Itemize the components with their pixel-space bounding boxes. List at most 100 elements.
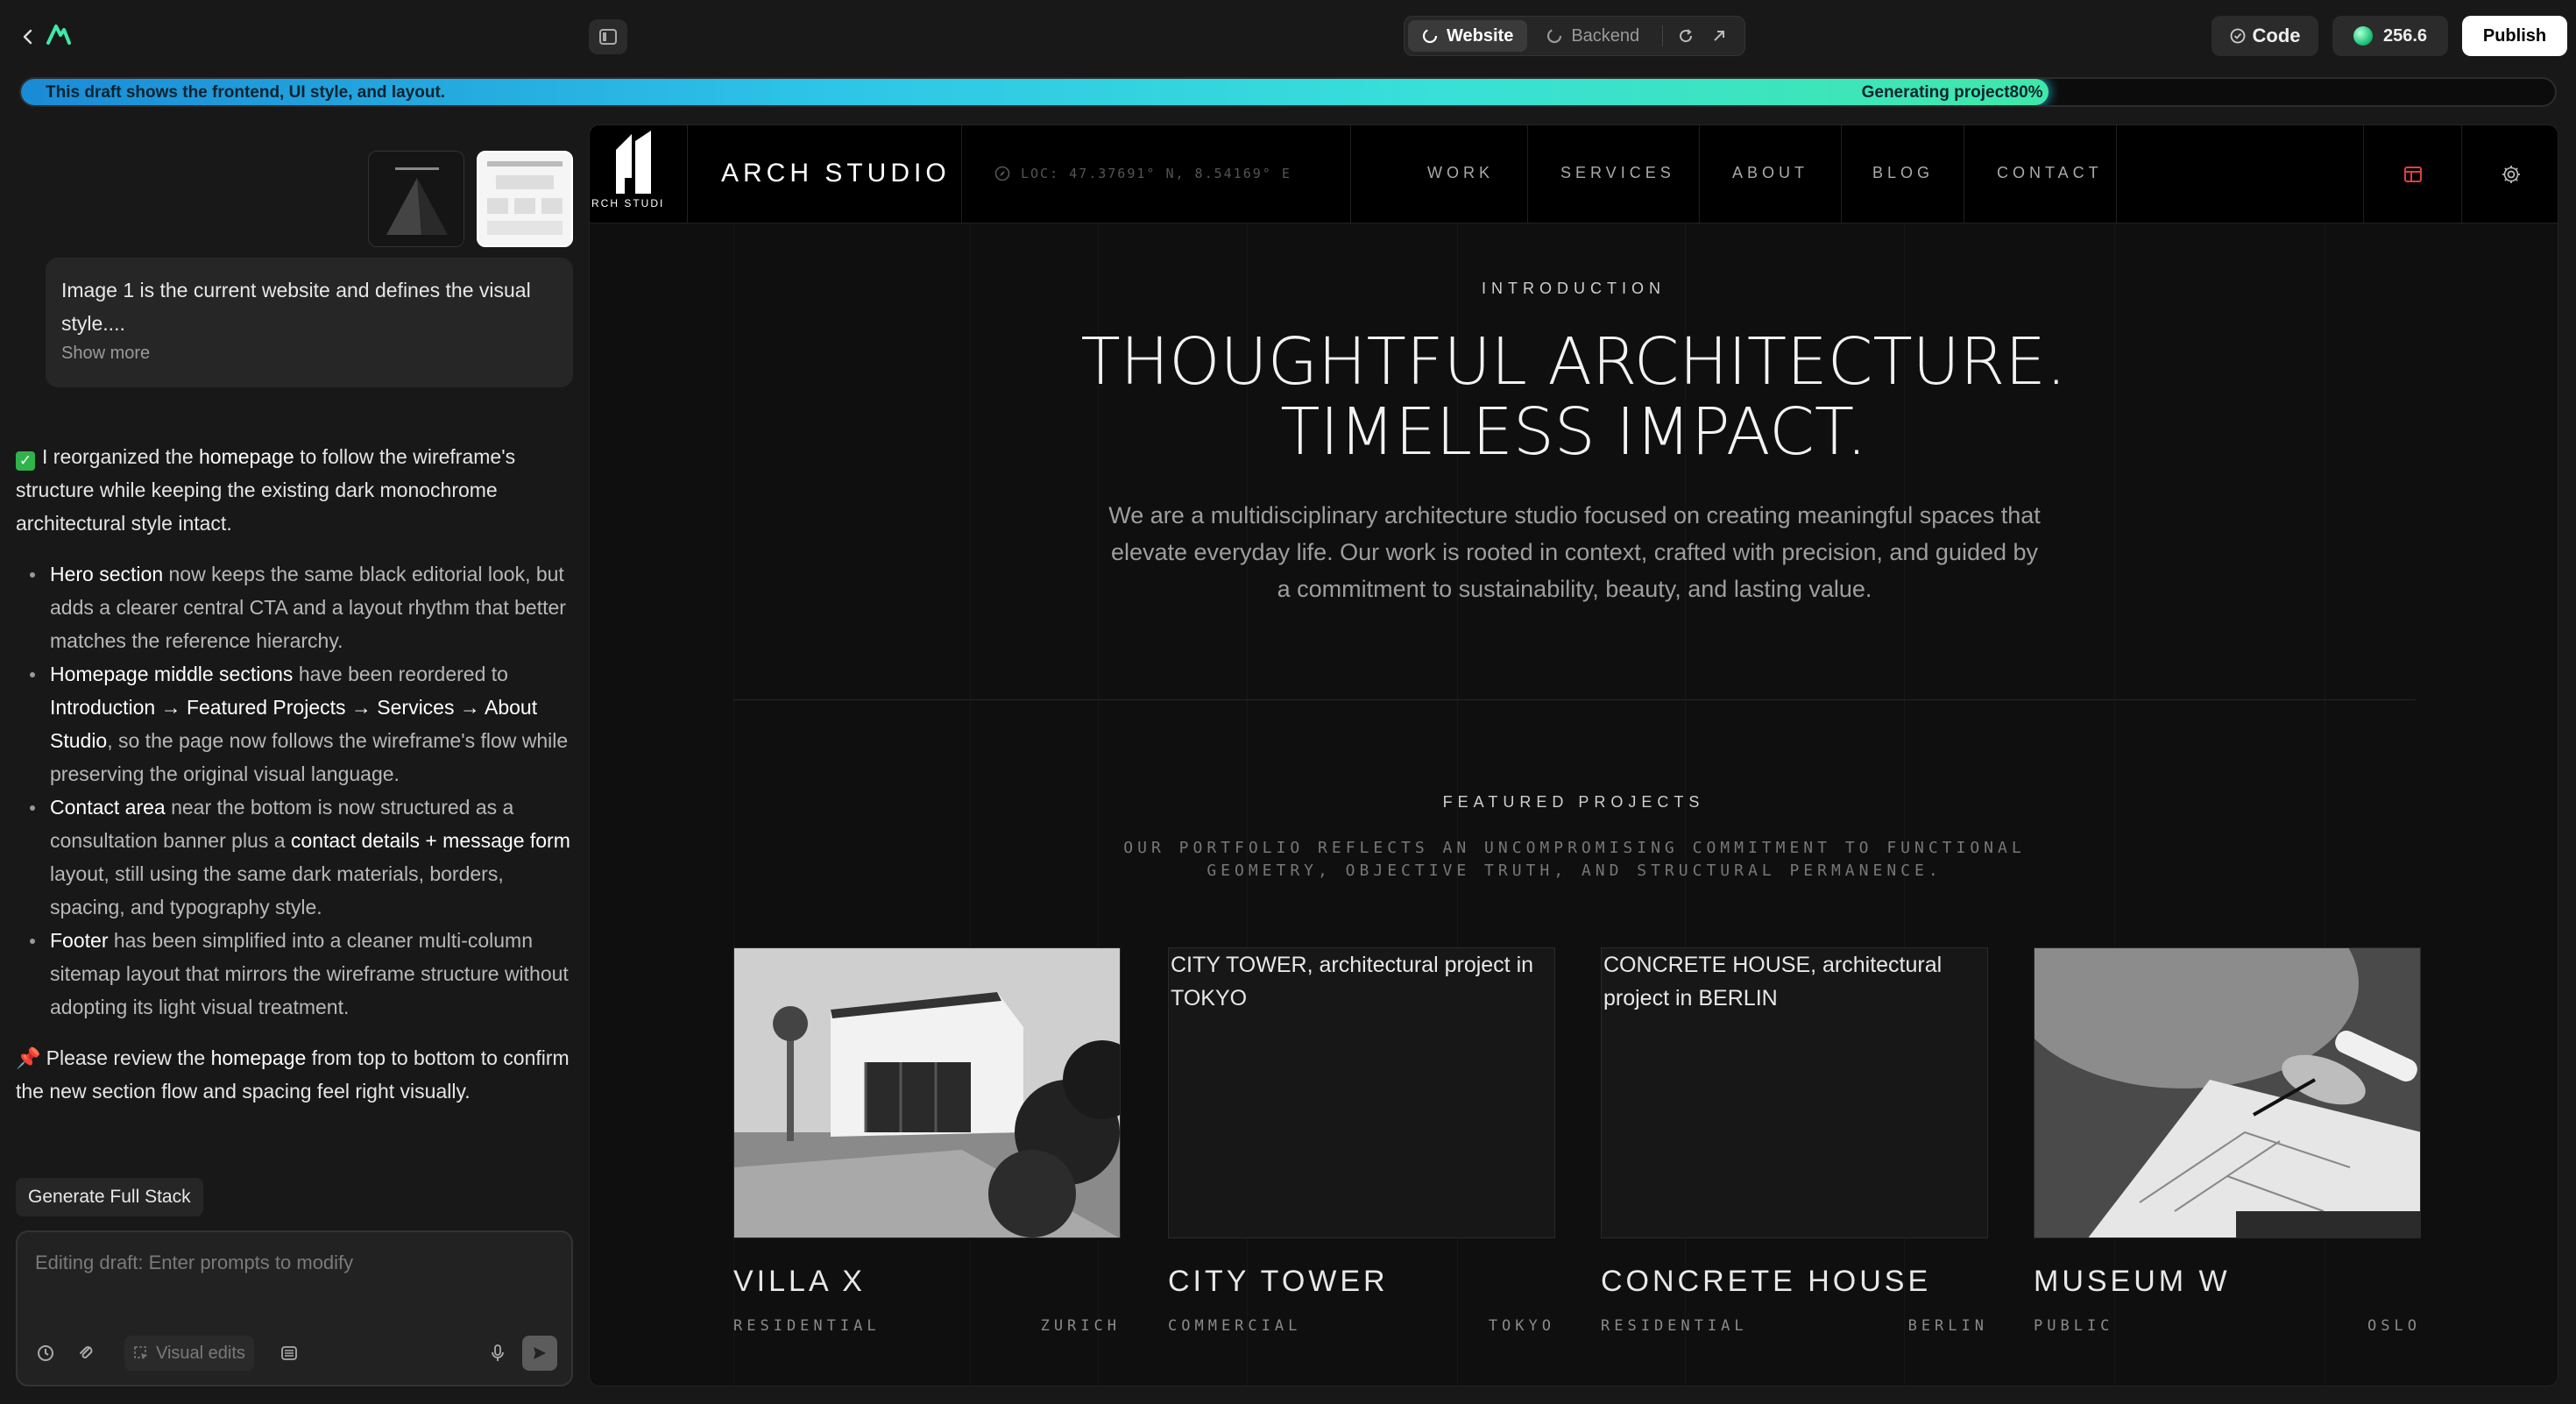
loading-spinner-icon — [1422, 28, 1438, 44]
site-navbar: RCH STUDI ARCH STUDIO LOC: 47.37691° N, … — [590, 125, 2558, 223]
brand-name[interactable]: ARCH STUDIO — [721, 159, 951, 188]
site-logo[interactable]: RCH STUDI — [590, 125, 688, 223]
send-arrow-icon — [534, 1347, 546, 1359]
prompt-composer: Visual edits — [16, 1230, 573, 1386]
attachment-thumbnail[interactable] — [368, 151, 464, 247]
list-item: Hero section now keeps the same black ed… — [16, 557, 577, 657]
project-meta: RESIDENTIAL ZURICH — [733, 1317, 1121, 1335]
open-external-icon[interactable] — [1705, 22, 1733, 50]
tab-website-label: Website — [1447, 25, 1514, 46]
assistant-message: ✓ I reorganized the homepage to follow th… — [16, 440, 577, 1125]
broken-image-alt: CONCRETE HOUSE, architectural project in… — [1603, 953, 1943, 1010]
list-item: Footer has been simplified into a cleane… — [16, 924, 577, 1024]
tab-backend[interactable]: Backend — [1532, 20, 1653, 52]
project-image[interactable] — [2034, 947, 2421, 1238]
project-title[interactable]: CITY TOWER — [1168, 1265, 1389, 1299]
code-button-label: Code — [2252, 25, 2301, 46]
credits-orb-icon — [2353, 26, 2373, 46]
divider — [2116, 125, 2117, 223]
nav-link-services[interactable]: SERVICES — [1560, 164, 1675, 182]
pushpin-icon: 📌 — [16, 1046, 41, 1069]
visual-edits-label: Visual edits — [156, 1343, 245, 1363]
broken-image-alt: CITY TOWER, architectural project in TOK… — [1171, 953, 1534, 1010]
generate-full-stack-button[interactable]: Generate Full Stack — [16, 1178, 203, 1216]
compass-icon — [994, 166, 1010, 181]
divider — [1699, 125, 1700, 223]
loading-spinner-icon — [1547, 28, 1562, 44]
featured-projects-subtitle: OUR PORTFOLIO REFLECTS AN UNCOMPROMISING… — [1123, 839, 2026, 880]
project-city: OSLO — [2367, 1317, 2421, 1335]
location-text: LOC: 47.37691° N, 8.54169° E — [1021, 166, 1292, 181]
divider — [1662, 25, 1664, 46]
credits-value: 256.6 — [2382, 25, 2428, 46]
top-bar: Website Backend Code 256.6 Publish — [0, 0, 2576, 72]
divider — [1527, 125, 1528, 223]
project-image[interactable] — [733, 947, 1121, 1238]
tab-backend-label: Backend — [1571, 25, 1640, 46]
project-city: BERLIN — [1907, 1317, 1988, 1335]
project-title[interactable]: MUSEUM W — [2034, 1265, 2231, 1299]
project-meta: COMMERCIAL TOKYO — [1168, 1317, 1555, 1335]
website-preview: RCH STUDI ARCH STUDIO LOC: 47.37691° N, … — [589, 124, 2558, 1386]
nav-link-contact[interactable]: CONTACT — [1997, 164, 2103, 182]
featured-projects-eyebrow: FEATURED PROJECTS — [1442, 793, 1705, 811]
assistant-intro: ✓ I reorganized the homepage to follow th… — [16, 445, 516, 535]
introduction-eyebrow: INTRODUCTION — [1482, 280, 1666, 297]
history-icon[interactable] — [28, 1336, 63, 1371]
section-divider — [733, 699, 2416, 700]
project-meta: PUBLIC OSLO — [2034, 1317, 2421, 1335]
user-message-text: Image 1 is the current website and defin… — [61, 279, 531, 335]
code-button[interactable]: Code — [2212, 16, 2318, 56]
cursor-select-icon — [134, 1346, 147, 1359]
divider — [1350, 125, 1351, 223]
user-message: Image 1 is the current website and defin… — [46, 258, 573, 387]
list-icon[interactable] — [272, 1336, 307, 1371]
hero-description: We are a multidisciplinary architecture … — [1108, 502, 2041, 602]
generation-progress-bar: This draft shows the frontend, UI style,… — [19, 77, 2557, 107]
nav-link-work[interactable]: WORK — [1427, 164, 1494, 182]
tab-website[interactable]: Website — [1408, 20, 1528, 52]
refresh-icon[interactable] — [1672, 22, 1700, 50]
review-request: 📌 Please review the homepage from top to … — [16, 1046, 570, 1103]
progress-label: Generating project80% — [1861, 83, 2043, 102]
project-category: PUBLIC — [2034, 1317, 2114, 1335]
project-meta: RESIDENTIAL BERLIN — [1601, 1317, 1988, 1335]
divider — [1841, 125, 1842, 223]
show-more-link[interactable]: Show more — [61, 344, 557, 364]
project-image[interactable]: CONCRETE HOUSE, architectural project in… — [1601, 947, 1988, 1238]
hero-title: THOUGHTFUL ARCHITECTURE. TIMELESS IMPACT… — [590, 327, 2558, 467]
sidebar-toggle-icon[interactable] — [589, 19, 627, 54]
hero-title-line: TIMELESS IMPACT. — [1280, 394, 1867, 470]
project-category: COMMERCIAL — [1168, 1317, 1302, 1335]
project-title[interactable]: CONCRETE HOUSE — [1601, 1265, 1931, 1299]
project-title[interactable]: VILLA X — [733, 1265, 866, 1299]
prompt-input[interactable] — [35, 1252, 552, 1274]
attach-icon[interactable] — [68, 1336, 103, 1371]
visual-edits-button[interactable]: Visual edits — [124, 1336, 254, 1371]
attachment-thumbnail[interactable] — [477, 151, 573, 247]
project-city: ZURICH — [1040, 1317, 1121, 1335]
project-image[interactable]: CITY TOWER, architectural project in TOK… — [1168, 947, 1555, 1238]
check-mark-icon: ✓ — [16, 451, 35, 471]
nav-link-about[interactable]: ABOUT — [1732, 164, 1808, 182]
nav-link-blog[interactable]: BLOG — [1872, 164, 1934, 182]
logo-text: RCH STUDI — [591, 197, 665, 209]
project-category: RESIDENTIAL — [733, 1317, 881, 1335]
location-readout: LOC: 47.37691° N, 8.54169° E — [994, 166, 1292, 181]
check-circle-icon — [2230, 28, 2245, 44]
layout-icon[interactable] — [2363, 125, 2461, 223]
app-logo-icon[interactable] — [46, 21, 75, 51]
project-city: TOKYO — [1488, 1317, 1555, 1335]
back-arrow-icon[interactable] — [12, 21, 44, 53]
list-item: Contact area near the bottom is now stru… — [16, 791, 577, 924]
project-category: RESIDENTIAL — [1601, 1317, 1748, 1335]
microphone-icon[interactable] — [480, 1336, 515, 1371]
villa-photo — [734, 948, 1120, 1237]
credits-badge[interactable]: 256.6 — [2332, 16, 2448, 56]
publish-button[interactable]: Publish — [2462, 16, 2567, 56]
change-list: Hero section now keeps the same black ed… — [16, 557, 577, 1024]
architect-drawing-photo — [2035, 948, 2420, 1237]
send-button[interactable] — [522, 1336, 557, 1371]
list-item: Homepage middle sections have been reord… — [16, 657, 577, 791]
settings-gear-icon[interactable] — [2461, 125, 2558, 223]
